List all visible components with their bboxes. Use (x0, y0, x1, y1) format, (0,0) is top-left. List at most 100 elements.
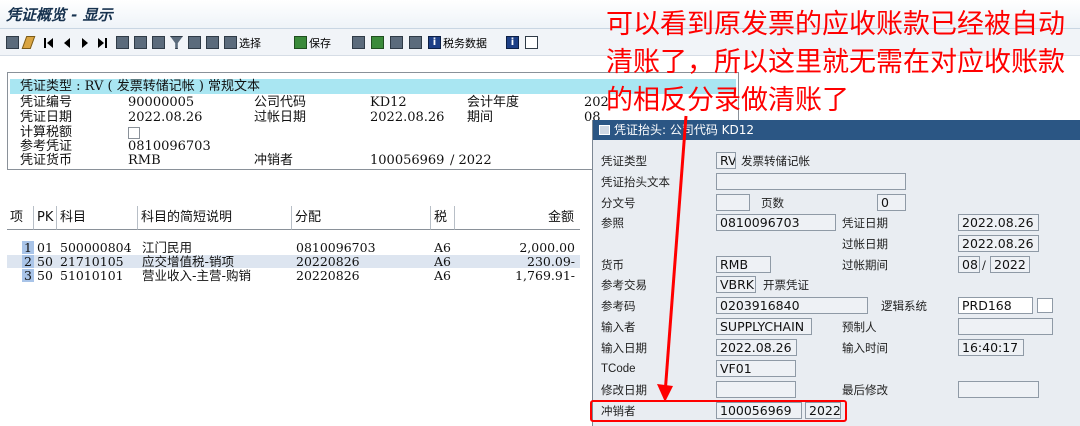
filter-icon[interactable] (170, 35, 185, 50)
info-icon[interactable]: i (506, 35, 521, 50)
entry-date-label: 输入日期 (601, 341, 647, 355)
reference-label: 参考凭证 (20, 139, 73, 154)
sum-icon[interactable] (188, 35, 203, 50)
tcode-field[interactable]: VF01 (716, 360, 796, 377)
save-label: 保存 (309, 36, 331, 50)
ref-txn-field[interactable]: VBRK (716, 276, 756, 293)
last-changed-field[interactable] (958, 381, 1039, 398)
layout-icon[interactable] (206, 35, 221, 50)
row-item: 3 (22, 269, 34, 282)
ref-key-field[interactable]: 0203916840 (716, 297, 868, 314)
posting-date-label: 过帐日期 (842, 237, 888, 251)
period-field[interactable]: 08 (958, 256, 980, 273)
col-header-item[interactable]: 项 (7, 206, 34, 230)
row-amount: 1,769.91- (515, 269, 575, 282)
row-assignment: 0810096703 (296, 241, 376, 254)
doc-date-field[interactable]: 2022.08.26 (958, 214, 1039, 231)
parked-by-field[interactable] (958, 318, 1053, 335)
previous-page-icon[interactable] (64, 35, 70, 50)
last-changed-label: 最后修改 (842, 383, 888, 397)
currency-value: RMB (128, 153, 161, 168)
document-header-icon[interactable] (390, 35, 405, 50)
dialog-window-icon (599, 125, 610, 135)
changed-on-field[interactable] (716, 381, 796, 398)
display-change-icon[interactable] (6, 35, 21, 50)
company-code-label: 公司代码 (254, 95, 307, 110)
reference-value: 0810096703 (128, 139, 211, 154)
posting-date-label: 过帐日期 (254, 110, 307, 125)
col-header-amount[interactable]: 金额 (455, 206, 580, 230)
first-page-icon[interactable] (44, 35, 53, 50)
reference-field[interactable]: 0810096703 (716, 214, 836, 231)
row-pk: 50 (37, 255, 53, 268)
spreadsheet-icon[interactable] (371, 35, 386, 50)
period-year-field[interactable]: 2022 (990, 256, 1030, 273)
row-assignment: 20220826 (296, 255, 360, 268)
doc-date-label: 凭证日期 (20, 110, 73, 125)
logical-system-label: 逻辑系统 (881, 299, 927, 313)
row-account: 51010101 (60, 269, 124, 282)
reference-label: 参照 (601, 216, 624, 230)
entry-time-label: 输入时间 (842, 341, 888, 355)
highlight-box (590, 400, 847, 422)
doc-type-text: 发票转储记帐 (741, 154, 810, 168)
find-icon[interactable] (134, 35, 149, 50)
print-icon[interactable] (116, 35, 131, 50)
header-text-field[interactable] (716, 173, 906, 190)
last-page-icon[interactable] (98, 35, 107, 50)
reversed-by-value: 100056969 (370, 153, 445, 168)
row-description: 营业收入-主营-购销 (142, 269, 252, 282)
pages-field[interactable]: 0 (877, 194, 906, 211)
edit-pencil-icon[interactable] (21, 35, 36, 50)
reversed-by-label: 冲销者 (254, 153, 294, 168)
row-account: 21710105 (60, 255, 124, 268)
currency-label: 凭证货币 (20, 153, 73, 168)
ref-txn-label: 参考交易 (601, 278, 647, 292)
tax-data-button[interactable]: i 税务数据 (428, 35, 487, 50)
calc-tax-checkbox[interactable] (128, 127, 140, 139)
posting-period-label: 过帐期间 (842, 258, 888, 272)
row-assignment: 20220826 (296, 269, 360, 282)
export-icon[interactable] (352, 35, 367, 50)
print-preview-icon[interactable] (152, 35, 167, 50)
row-item: 1 (22, 241, 34, 254)
col-header-assignment[interactable]: 分配 (292, 206, 431, 230)
split-field[interactable] (716, 194, 750, 211)
posting-date-field[interactable]: 2022.08.26 (958, 235, 1039, 252)
doc-type-label: 凭证类型 (601, 154, 647, 168)
select-layout-button[interactable]: 选择 (224, 35, 261, 50)
table-row[interactable]: 2 50 21710105 应交增值税-销项 20220826 A6 230.0… (7, 255, 580, 268)
next-page-icon[interactable] (82, 35, 88, 50)
notes-icon[interactable] (525, 35, 540, 50)
row-amount: 2,000.00 (519, 241, 575, 254)
row-pk: 01 (37, 241, 53, 254)
row-amount: 230.09- (527, 255, 575, 268)
calculator-icon[interactable] (409, 35, 424, 50)
document-header-dialog: 凭证抬头: 公司代码 KD12 凭证类型 RV 发票转储记帐 凭证抬头文本 分文… (592, 120, 1080, 426)
pages-label: 页数 (761, 196, 784, 210)
entry-time-field[interactable]: 16:40:17 (958, 339, 1024, 356)
entry-date-field[interactable]: 2022.08.26 (716, 339, 797, 356)
col-header-description[interactable]: 科目的简短说明 (138, 206, 292, 230)
doc-type-field[interactable]: RV (716, 152, 736, 169)
window-title: 凭证概览 - 显示 (6, 6, 113, 24)
table-row[interactable]: 3 50 51010101 营业收入-主营-购销 20220826 A6 1,7… (7, 269, 580, 282)
col-header-account[interactable]: 科目 (57, 206, 138, 230)
parked-by-label: 预制人 (842, 320, 877, 334)
col-header-pk[interactable]: PK (34, 206, 57, 230)
col-header-tax[interactable]: 税 (431, 206, 455, 230)
tax-data-label: 税务数据 (443, 36, 487, 50)
entered-by-field[interactable]: SUPPLYCHAIN (716, 318, 812, 335)
table-row[interactable]: 1 01 500000804 江门民用 0810096703 A6 2,000.… (7, 241, 580, 254)
currency-field[interactable]: RMB (716, 256, 771, 273)
doc-type-line: 凭证类型 : RV ( 发票转储记帐 ) 常规文本 (20, 79, 261, 94)
entered-by-label: 输入者 (601, 320, 636, 334)
dialog-title-bar: 凭证抬头: 公司代码 KD12 (593, 120, 1080, 140)
annotation-text: 可以看到原发票的应收账款已经被自动清账了，所以这里就无需在对应收账款的相反分录做… (606, 9, 1065, 116)
copy-icon[interactable] (1037, 298, 1053, 313)
row-pk: 50 (37, 269, 53, 282)
period-label: 期间 (467, 110, 494, 125)
save-layout-button[interactable]: 保存 (294, 35, 331, 50)
logical-system-field[interactable]: PRD168 (958, 297, 1033, 314)
ref-txn-text: 开票凭证 (763, 278, 809, 292)
